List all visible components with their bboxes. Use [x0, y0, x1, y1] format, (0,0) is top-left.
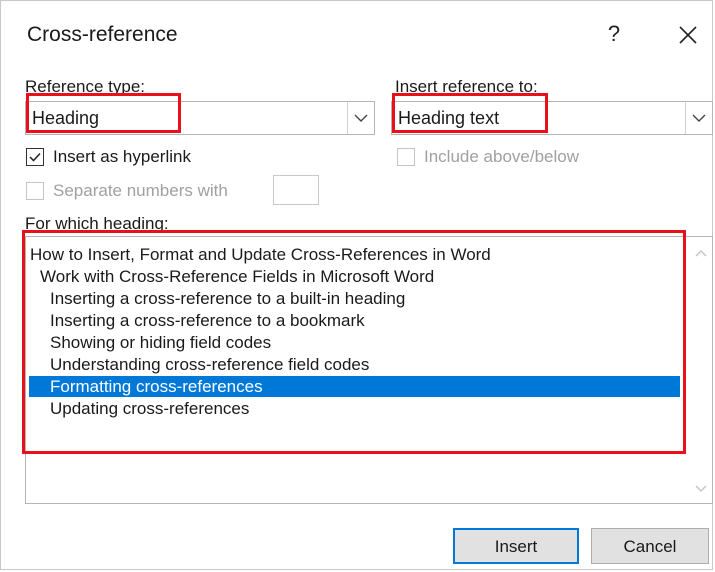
title-bar: Cross-reference ? [1, 1, 712, 61]
list-item-selected[interactable]: Formatting cross-references [29, 376, 680, 397]
reference-type-label: Reference type: [25, 77, 146, 96]
heading-listbox[interactable]: How to Insert, Format and Update Cross-R… [25, 236, 713, 504]
cancel-button[interactable]: Cancel [591, 528, 709, 564]
scroll-up-icon[interactable] [690, 243, 712, 265]
dialog-title: Cross-reference [27, 23, 178, 46]
help-button[interactable]: ? [599, 19, 629, 49]
close-icon [679, 26, 697, 44]
for-which-heading-label: For which heading: [25, 214, 169, 233]
insert-button[interactable]: Insert [453, 528, 579, 564]
insert-reference-to-select[interactable]: Heading text [391, 101, 713, 135]
reference-type-value: Heading [32, 108, 100, 128]
insert-as-hyperlink-label[interactable]: Insert as hyperlink [53, 147, 191, 167]
insert-button-label: Insert [494, 537, 538, 556]
reference-type-dropdown-arrow[interactable] [347, 102, 374, 134]
include-above-below-checkbox[interactable] [397, 148, 415, 166]
insert-reference-to-dropdown-arrow[interactable] [685, 102, 712, 134]
separate-numbers-input[interactable] [273, 175, 319, 205]
insert-as-hyperlink-checkbox[interactable] [26, 148, 44, 166]
list-item[interactable]: Updating cross-references [50, 398, 249, 419]
list-item[interactable]: Understanding cross-reference field code… [50, 354, 369, 375]
cross-reference-dialog: Cross-reference ? Reference type: Headin… [0, 0, 713, 570]
list-item[interactable]: Inserting a cross-reference to a built-i… [50, 288, 405, 309]
insert-reference-to-value: Heading text [398, 108, 500, 128]
list-item[interactable]: Showing or hiding field codes [50, 332, 271, 353]
scroll-down-icon[interactable] [690, 477, 712, 499]
include-above-below-label: Include above/below [424, 147, 580, 166]
list-item[interactable]: Work with Cross-Reference Fields in Micr… [40, 266, 434, 287]
list-item[interactable]: Inserting a cross-reference to a bookmar… [50, 310, 365, 331]
chevron-down-icon [692, 114, 706, 122]
listbox-scrollbar[interactable] [690, 237, 712, 503]
reference-type-select[interactable]: Heading [25, 101, 375, 135]
separate-numbers-checkbox[interactable] [26, 182, 44, 200]
chevron-down-icon [354, 114, 368, 122]
insert-reference-to-label: Insert reference to: [395, 77, 538, 96]
checkmark-icon [29, 152, 41, 162]
separate-numbers-label: Separate numbers with [53, 181, 228, 200]
close-button[interactable] [667, 17, 707, 51]
list-item[interactable]: How to Insert, Format and Update Cross-R… [30, 244, 495, 265]
